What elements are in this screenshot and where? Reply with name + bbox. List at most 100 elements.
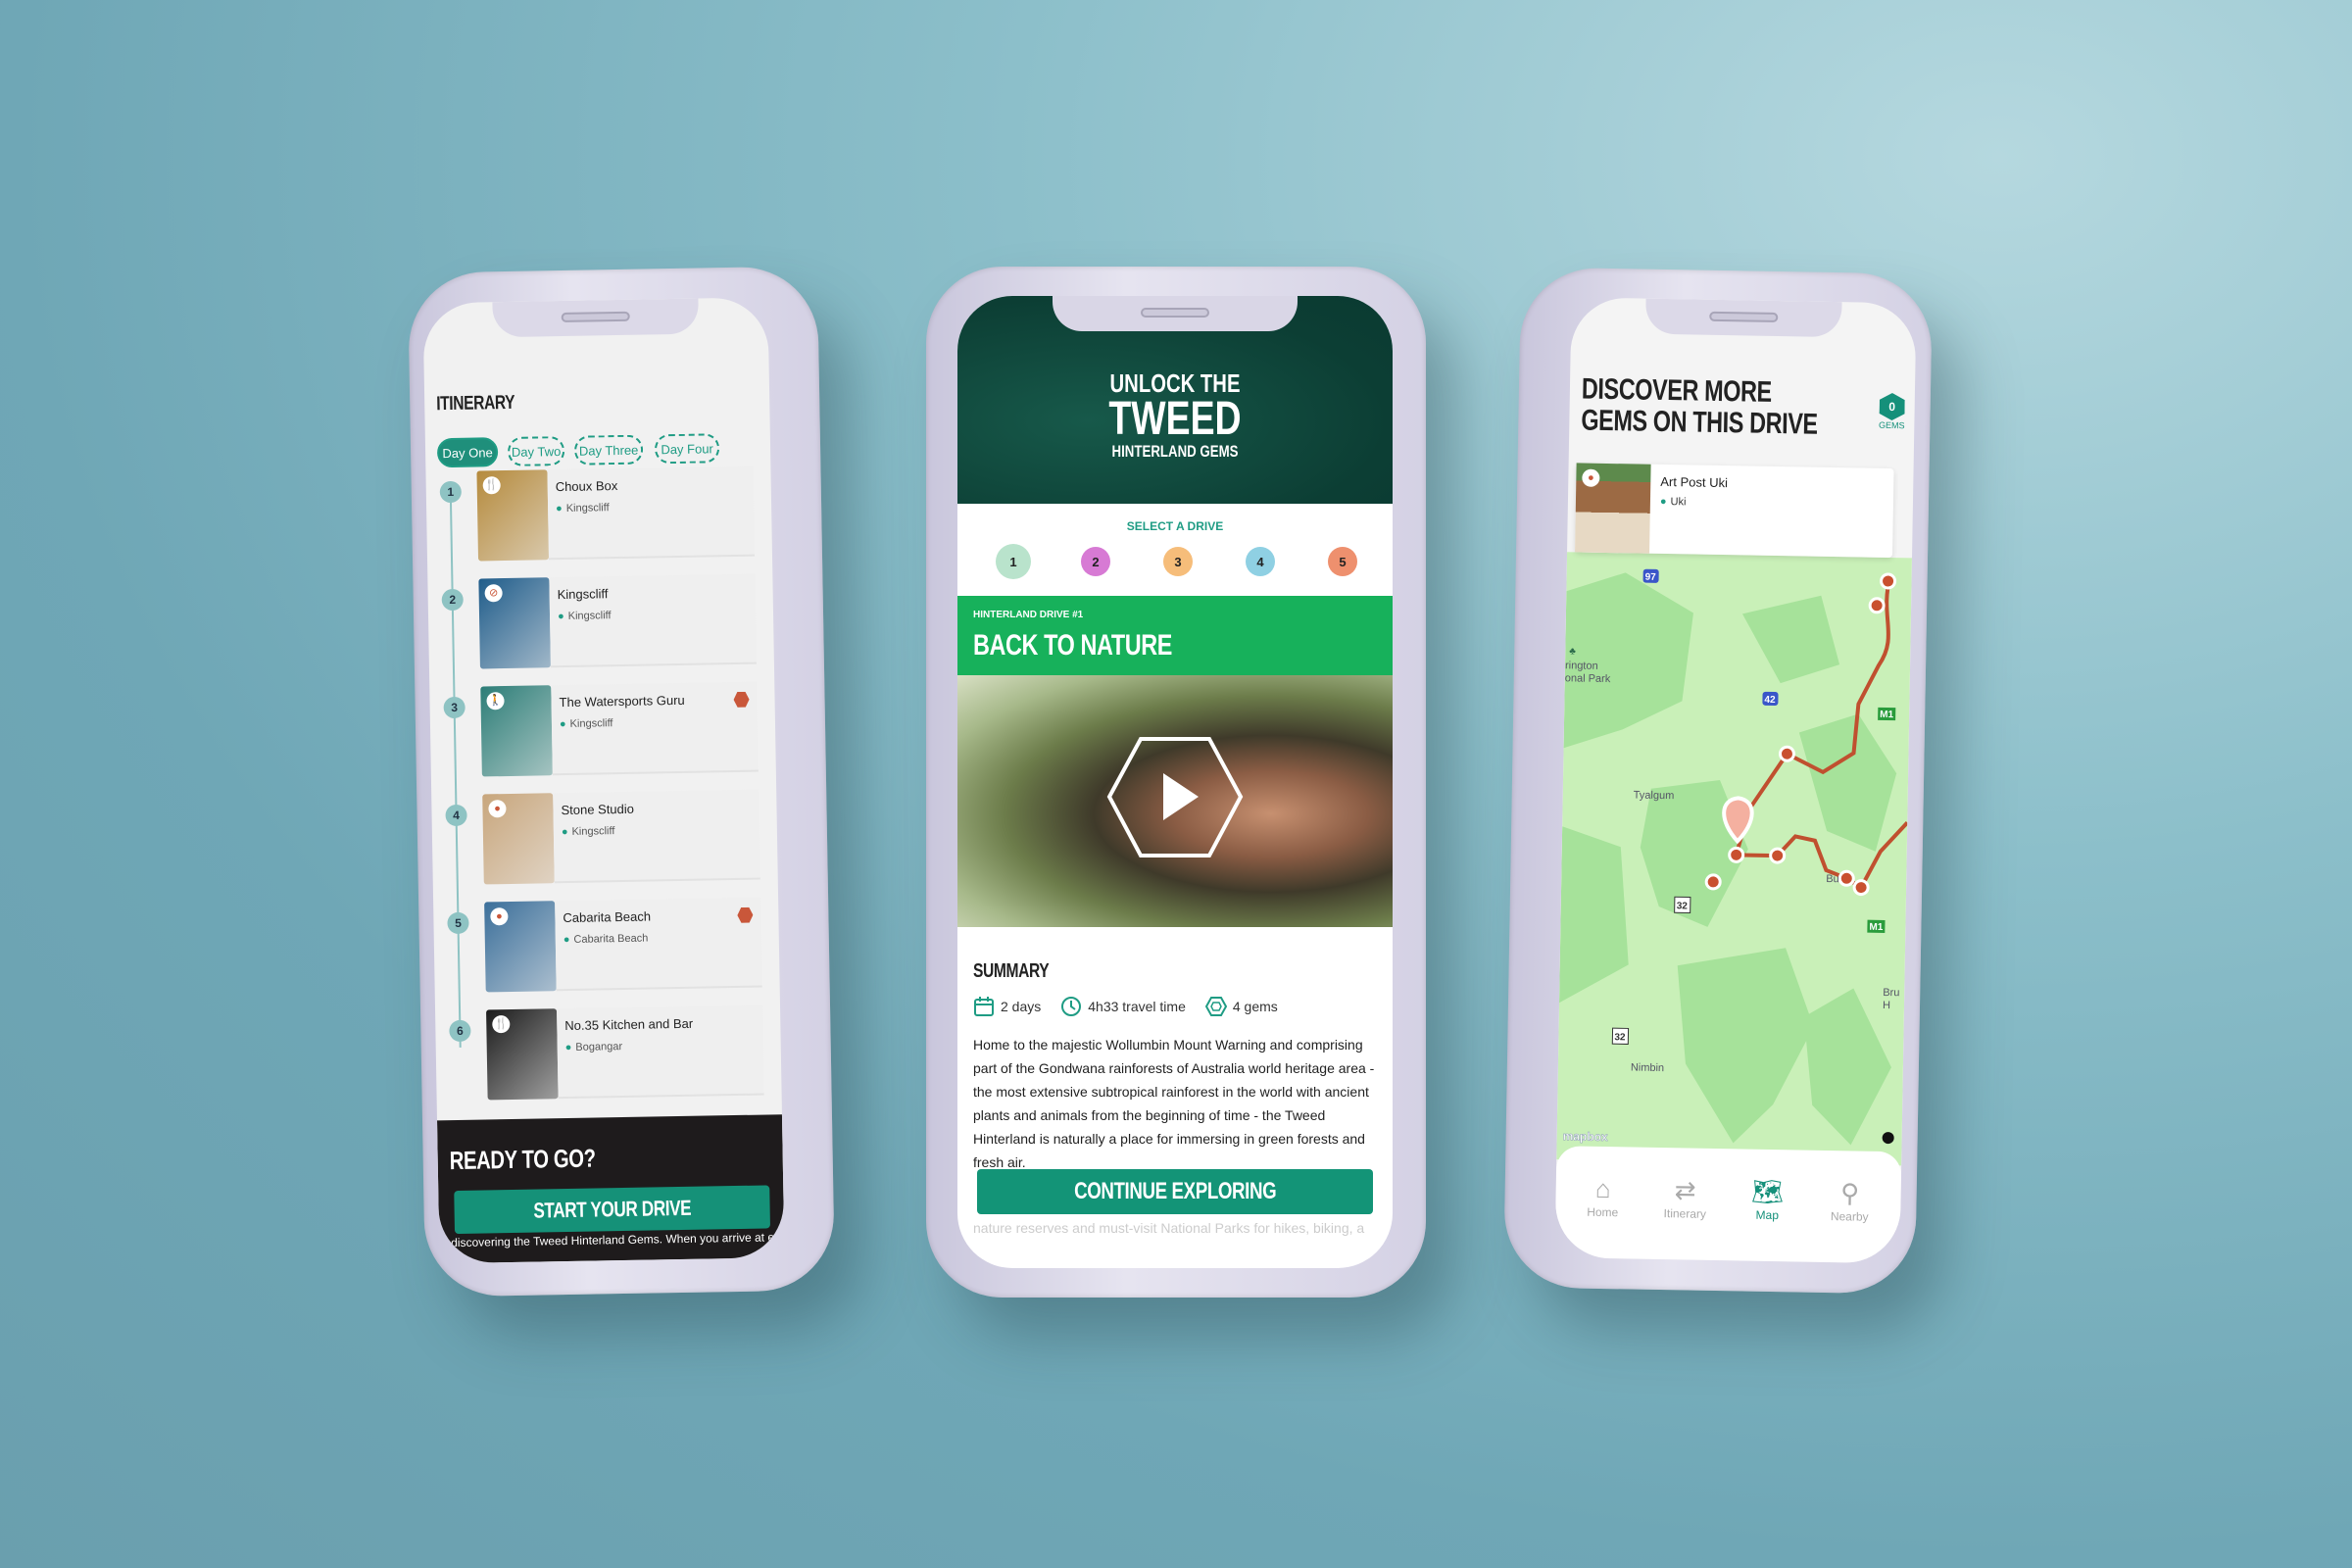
map-marker[interactable] (1728, 846, 1745, 863)
itinerary-item[interactable]: 2 ⊘ Kingscliff ● Kingscliff (441, 573, 757, 672)
pin-icon: ● (559, 717, 566, 731)
svg-text:M1: M1 (1880, 710, 1894, 720)
itinerary-item[interactable]: 5 ● Cabarita Beach ● Cabarita Beach (447, 897, 762, 996)
continue-exploring-button[interactable]: CONTINUE EXPLORING (977, 1169, 1373, 1214)
tab-day-four[interactable]: Day Four (654, 433, 720, 465)
label-national-park: rington onal Park (1564, 660, 1611, 686)
drive-subtitle: HINTERLAND DRIVE #1 (973, 610, 1084, 620)
start-drive-button[interactable]: START YOUR DRIVE (454, 1185, 770, 1235)
step-number: 5 (447, 911, 469, 935)
gem-card[interactable]: ● Art Post Uki ● Uki (1575, 463, 1894, 559)
map-icon: 🗺 (1750, 1176, 1785, 1207)
item-location: Cabarita Beach (573, 932, 649, 946)
pin-icon: ● (556, 503, 563, 515)
drive-stats: 2 days 4h33 travel time 4 gems (973, 996, 1278, 1017)
step-number: 2 (441, 588, 464, 612)
gem-icon (1204, 997, 1227, 1016)
item-card[interactable]: No.35 Kitchen and Bar ● Bogangar (557, 1004, 764, 1100)
itinerary-item[interactable]: 4 ● Stone Studio ● Kingscliff (445, 789, 760, 888)
map-marker[interactable] (1838, 869, 1855, 887)
item-name: Stone Studio (561, 801, 635, 818)
itinerary-item[interactable]: 3 🚶 The Watersports Guru ● Kingscliff (443, 681, 759, 780)
drive-description: Home to the majestic Wollumbin Mount War… (973, 1037, 1375, 1170)
tab-day-two[interactable]: Day Two (507, 435, 565, 466)
nav-nearby[interactable]: ⚲ Nearby (1810, 1178, 1889, 1224)
nav-label: Itinerary (1663, 1206, 1707, 1221)
map-canvas[interactable]: Tyalgum Nimbin Bu 97 42 M1 M1 32 32 mapb… (1556, 552, 1912, 1165)
drive-option-2[interactable]: 2 (1081, 547, 1110, 576)
nav-itinerary[interactable]: ⇄ Itinerary (1645, 1175, 1725, 1221)
play-icon[interactable] (1106, 736, 1244, 858)
pin-icon: ● (557, 610, 564, 623)
itinerary-item[interactable]: 1 🍴 Choux Box ● Kingscliff (439, 466, 756, 564)
item-card[interactable]: Cabarita Beach ● Cabarita Beach (555, 897, 762, 992)
itinerary-title: ITINERARY (436, 391, 515, 416)
map-view[interactable]: Tyalgum Nimbin Bu 97 42 M1 M1 32 32 mapb… (1556, 552, 1912, 1166)
map-title: DISCOVER MORE GEMS ON THIS DRIVE (1581, 372, 1818, 441)
forest-areas (1559, 572, 1897, 1146)
gem-counter[interactable]: 0 GEMS (1877, 393, 1907, 431)
pin-icon: ● (561, 825, 568, 839)
label-bru: Bru H (1882, 986, 1900, 1012)
step-number: 3 (443, 696, 466, 719)
drive-option-4[interactable]: 4 (1246, 547, 1275, 576)
drive-option-1[interactable]: 1 (996, 544, 1031, 579)
step-number: 1 (439, 480, 463, 504)
gem-badge-icon (737, 907, 753, 923)
item-card[interactable]: The Watersports Guru ● Kingscliff (551, 681, 759, 776)
stat-gems: 4 gems (1232, 999, 1278, 1014)
item-card[interactable]: Choux Box ● Kingscliff (547, 466, 756, 561)
ready-title: READY TO GO? (449, 1143, 596, 1176)
map-screen: DISCOVER MORE GEMS ON THIS DRIVE 0 GEMS … (1554, 297, 1917, 1264)
itinerary-screen: ITINERARY Day One Day Two Day Three Day … (422, 297, 785, 1264)
svg-text:97: 97 (1645, 572, 1657, 583)
stat-days: 2 days (1001, 999, 1042, 1014)
ready-footer: READY TO GO? START YOUR DRIVE discoverin… (437, 1114, 785, 1264)
drive-option-3[interactable]: 3 (1163, 547, 1193, 576)
item-name: The Watersports Guru (559, 692, 685, 710)
map-marker[interactable] (1868, 597, 1886, 614)
nav-home[interactable]: ⌂ Home (1563, 1173, 1642, 1219)
map-marker[interactable] (1704, 873, 1722, 891)
nav-label: Home (1587, 1204, 1619, 1220)
label-bu: Bu (1826, 873, 1839, 885)
item-name: Choux Box (555, 478, 618, 495)
svg-text:42: 42 (1764, 695, 1776, 706)
drive-screen: UNLOCK THE TWEED HINTERLAND GEMS SELECT … (957, 296, 1393, 1268)
calendar-icon (974, 997, 994, 1016)
nav-label: Map (1755, 1207, 1780, 1223)
item-location: Kingscliff (569, 717, 613, 730)
mapbox-logo: mapbox (1563, 1129, 1609, 1144)
map-marker[interactable] (1769, 847, 1787, 864)
drive-option-5[interactable]: 5 (1328, 547, 1357, 576)
summary-title: SUMMARY (973, 960, 1050, 982)
drive-video[interactable] (957, 675, 1393, 927)
item-name: Cabarita Beach (563, 908, 652, 926)
item-location: Kingscliff (571, 825, 615, 838)
item-card[interactable]: Kingscliff ● Kingscliff (549, 573, 757, 668)
route-icon: ⇄ (1674, 1175, 1696, 1205)
info-icon[interactable] (1882, 1132, 1894, 1145)
clock-icon (1061, 997, 1082, 1016)
tab-day-three[interactable]: Day Three (573, 434, 644, 466)
phone-drive: UNLOCK THE TWEED HINTERLAND GEMS SELECT … (926, 267, 1426, 1298)
map-marker[interactable] (1778, 745, 1795, 762)
bottom-nav: ⌂ Home ⇄ Itinerary 🗺 Map ⚲ Nearby (1554, 1146, 1902, 1264)
label-tyalgum: Tyalgum (1634, 789, 1675, 802)
nav-map[interactable]: 🗺 Map (1728, 1176, 1807, 1222)
faded-description: nature reserves and must-visit National … (973, 1220, 1365, 1236)
svg-text:M1: M1 (1869, 922, 1884, 933)
phone-itinerary: ITINERARY Day One Day Two Day Three Day … (407, 266, 836, 1298)
park-icon: ♣ (1569, 646, 1576, 658)
svg-text:32: 32 (1614, 1032, 1626, 1043)
pin-icon: ● (1659, 495, 1667, 509)
phone-map: DISCOVER MORE GEMS ON THIS DRIVE 0 GEMS … (1502, 267, 1934, 1295)
map-marker[interactable] (1880, 572, 1897, 590)
drive-title: BACK TO NATURE (973, 629, 1172, 662)
stat-time: 4h33 travel time (1088, 999, 1186, 1014)
tab-day-one[interactable]: Day One (436, 437, 499, 468)
item-card[interactable]: Stone Studio ● Kingscliff (553, 789, 760, 884)
itinerary-item[interactable]: 6 🍴 No.35 Kitchen and Bar ● Bogangar (449, 1004, 764, 1103)
item-location: Kingscliff (567, 610, 612, 622)
map-marker[interactable] (1852, 879, 1870, 897)
